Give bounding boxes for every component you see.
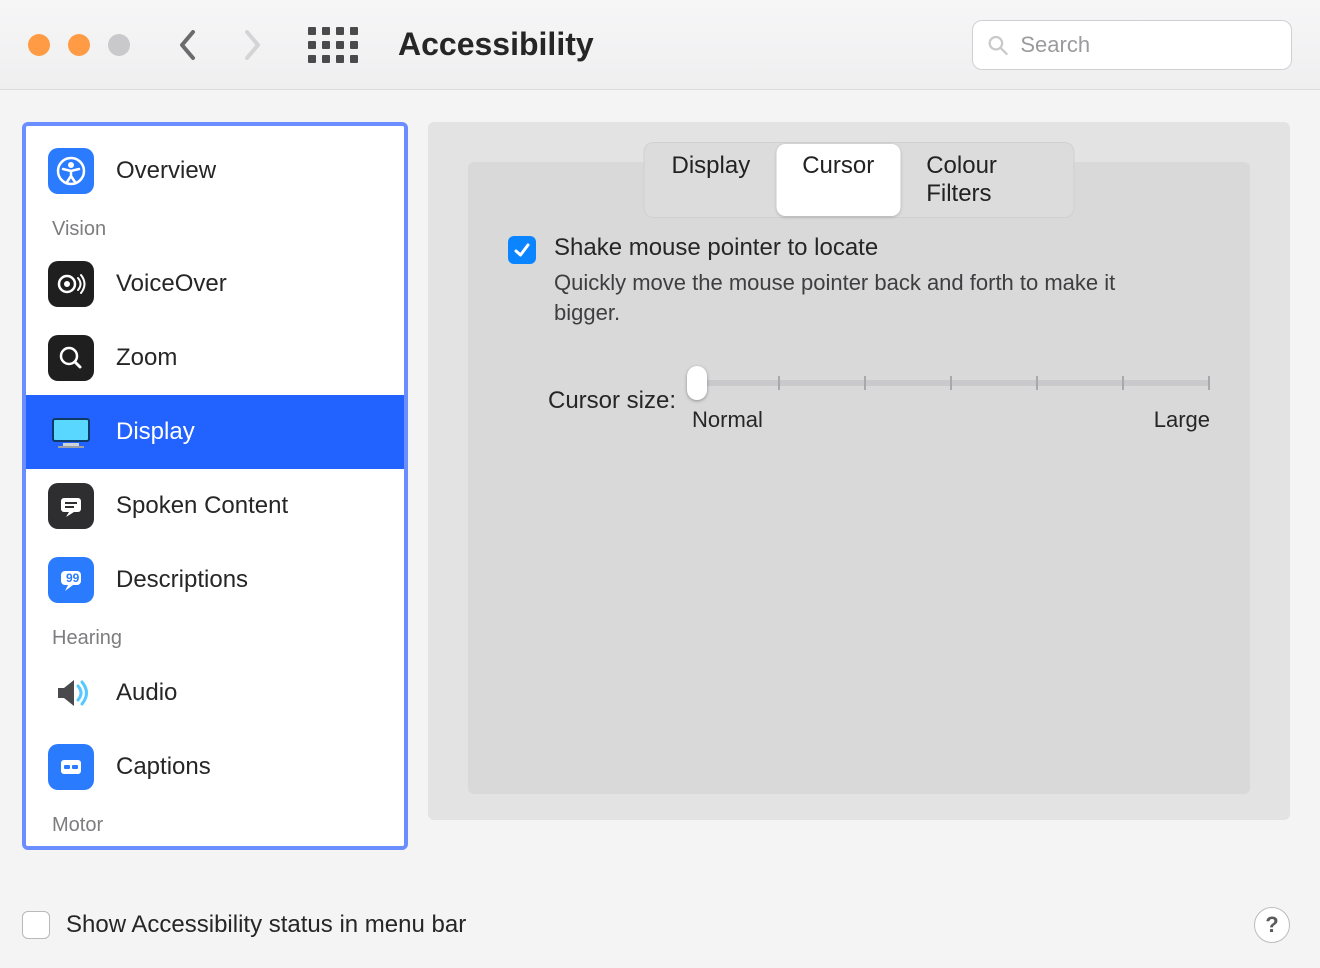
tab-cursor[interactable]: Cursor <box>776 144 900 216</box>
shake-to-locate-label: Shake mouse pointer to locate <box>554 234 1144 262</box>
slider-thumb[interactable] <box>687 366 707 400</box>
help-icon: ? <box>1265 912 1278 938</box>
sidebar-item-label: Audio <box>116 679 177 707</box>
display-icon <box>48 409 94 455</box>
content-panel: Display Cursor Colour Filters Shake mous… <box>428 122 1290 820</box>
back-button[interactable] <box>170 27 206 63</box>
sidebar-section-hearing: Hearing <box>26 617 404 656</box>
sidebar-item-descriptions[interactable]: 99 Descriptions <box>26 543 404 617</box>
cursor-size-max-label: Large <box>1154 407 1210 433</box>
svg-text:99: 99 <box>66 571 80 585</box>
search-icon <box>987 33 1008 57</box>
descriptions-icon: 99 <box>48 557 94 603</box>
chevron-right-icon <box>243 30 261 60</box>
window-title: Accessibility <box>398 26 594 63</box>
tab-display[interactable]: Display <box>646 144 777 216</box>
cursor-settings-pane: Shake mouse pointer to locate Quickly mo… <box>468 162 1250 794</box>
shake-to-locate-checkbox[interactable] <box>508 236 536 264</box>
minimize-window-button[interactable] <box>68 34 90 56</box>
sidebar-item-label: VoiceOver <box>116 270 227 298</box>
speech-icon <box>48 483 94 529</box>
cursor-size-min-label: Normal <box>692 407 763 433</box>
window-controls <box>28 34 130 56</box>
show-status-in-menubar-label: Show Accessibility status in menu bar <box>66 911 466 939</box>
voiceover-icon <box>48 261 94 307</box>
search-input[interactable] <box>1018 31 1277 59</box>
sidebar-item-label: Overview <box>116 157 216 185</box>
sidebar-item-audio[interactable]: Audio <box>26 656 404 730</box>
sidebar-item-display[interactable]: Display <box>26 395 404 469</box>
captions-icon <box>48 744 94 790</box>
sidebar-item-spoken-content[interactable]: Spoken Content <box>26 469 404 543</box>
shake-to-locate-description: Quickly move the mouse pointer back and … <box>554 268 1144 327</box>
sidebar-item-label: Captions <box>116 753 211 781</box>
zoom-icon <box>48 335 94 381</box>
show-status-in-menubar-checkbox[interactable] <box>22 911 50 939</box>
sidebar-section-vision: Vision <box>26 208 404 247</box>
sidebar-item-label: Descriptions <box>116 566 248 594</box>
cursor-size-label: Cursor size: <box>548 387 676 415</box>
sidebar-item-overview[interactable]: Overview <box>26 134 404 208</box>
sidebar-item-voiceover[interactable]: VoiceOver <box>26 247 404 321</box>
check-icon <box>512 240 532 260</box>
forward-button[interactable] <box>234 27 270 63</box>
close-window-button[interactable] <box>28 34 50 56</box>
sidebar-item-zoom[interactable]: Zoom <box>26 321 404 395</box>
chevron-left-icon <box>179 30 197 60</box>
help-button[interactable]: ? <box>1254 907 1290 943</box>
cursor-size-slider[interactable] <box>692 369 1210 397</box>
sidebar-item-label: Spoken Content <box>116 492 288 520</box>
sidebar-section-motor: Motor <box>26 804 404 843</box>
footer: Show Accessibility status in menu bar ? <box>22 900 1290 950</box>
audio-icon <box>48 670 94 716</box>
tab-colour-filters[interactable]: Colour Filters <box>900 144 1072 216</box>
sidebar[interactable]: Overview Vision VoiceOver Zoom Display <box>22 122 408 850</box>
maximize-window-button[interactable] <box>108 34 130 56</box>
accessibility-icon <box>48 148 94 194</box>
title-bar: Accessibility <box>0 0 1320 90</box>
sidebar-item-label: Display <box>116 418 195 446</box>
search-field[interactable] <box>972 20 1292 70</box>
tab-bar: Display Cursor Colour Filters <box>644 142 1075 218</box>
sidebar-item-captions[interactable]: Captions <box>26 730 404 804</box>
sidebar-item-label: Zoom <box>116 344 177 372</box>
show-all-prefs-button[interactable] <box>308 27 358 63</box>
